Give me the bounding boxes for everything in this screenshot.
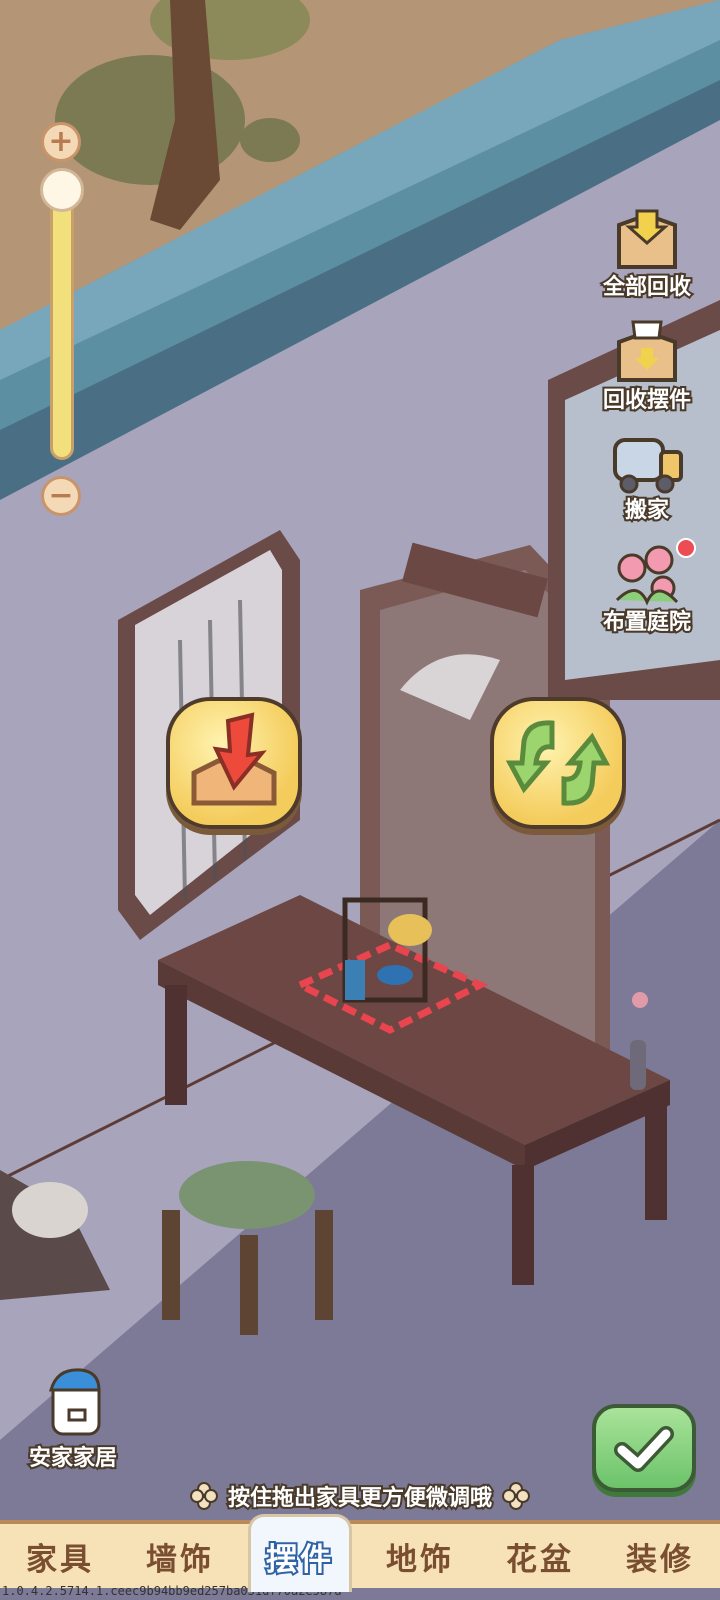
hint-text: 按住拖出家具更方便微调哦 bbox=[226, 1484, 494, 1513]
zoom-out-button[interactable]: − bbox=[41, 476, 81, 516]
minus-icon: − bbox=[48, 478, 74, 513]
tab-flowerpots[interactable]: 花盆 bbox=[480, 1524, 600, 1588]
zoom-slider-track[interactable] bbox=[50, 188, 74, 460]
plus-icon: + bbox=[48, 124, 74, 159]
box-arrow-icon bbox=[191, 712, 277, 806]
category-tabbar: 家具 墙饰 摆件 地饰 花盆 装修 bbox=[0, 1514, 720, 1592]
zoom-in-button[interactable]: + bbox=[41, 122, 81, 162]
move-house-button[interactable]: 搬家 bbox=[587, 428, 707, 528]
tab-label: 地饰 bbox=[386, 1541, 454, 1578]
rotate-item-button[interactable] bbox=[490, 697, 626, 829]
recycle-ornaments-button[interactable]: 回收摆件 bbox=[587, 318, 707, 418]
tab-renovation[interactable]: 装修 bbox=[600, 1524, 720, 1588]
arrange-yard-label: 布置庭院 bbox=[601, 608, 693, 637]
tab-label: 家具 bbox=[26, 1541, 94, 1578]
tab-label: 墙饰 bbox=[146, 1541, 214, 1578]
tab-wall-decor[interactable]: 墙饰 bbox=[120, 1524, 240, 1588]
home-furnishing-button[interactable]: 安家家居 bbox=[18, 1360, 128, 1473]
recycle-ornaments-label: 回收摆件 bbox=[601, 386, 693, 415]
store-item-button[interactable] bbox=[166, 697, 302, 829]
tab-label: 花盆 bbox=[506, 1541, 574, 1578]
rotate-arrows-icon bbox=[505, 720, 611, 806]
recycle-all-button[interactable]: 全部回收 bbox=[587, 205, 707, 305]
blue-cap-character-icon bbox=[49, 1368, 101, 1436]
truck-icon bbox=[613, 438, 683, 494]
recycle-all-label: 全部回收 bbox=[601, 273, 693, 302]
tab-floor-decor[interactable]: 地饰 bbox=[360, 1524, 480, 1588]
hint-bar: 按住拖出家具更方便微调哦 bbox=[0, 1476, 720, 1516]
clover-icon bbox=[502, 1482, 530, 1510]
move-house-label: 搬家 bbox=[623, 496, 671, 525]
tab-label: 装修 bbox=[626, 1541, 694, 1578]
tab-label: 摆件 bbox=[264, 1540, 334, 1580]
arrange-yard-button[interactable]: 布置庭院 bbox=[587, 540, 707, 640]
box-collect-icon bbox=[617, 209, 677, 269]
clover-icon bbox=[189, 1482, 218, 1510]
home-furnishing-label: 安家家居 bbox=[27, 1444, 119, 1473]
flowers-icon bbox=[615, 545, 679, 606]
tab-ornaments[interactable]: 摆件 bbox=[240, 1514, 360, 1592]
box-cup-icon bbox=[617, 320, 677, 382]
zoom-slider-thumb[interactable] bbox=[40, 168, 84, 212]
tab-furniture[interactable]: 家具 bbox=[0, 1524, 120, 1588]
